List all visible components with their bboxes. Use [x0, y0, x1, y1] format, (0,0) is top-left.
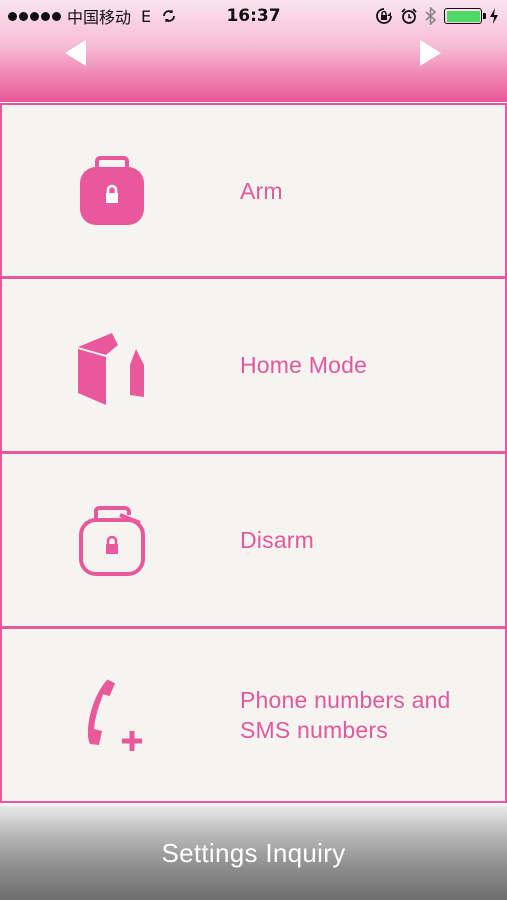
menu-item-disarm[interactable]: Disarm	[0, 453, 507, 628]
house-icon	[78, 333, 144, 405]
menu-item-arm[interactable]: Arm	[0, 103, 507, 278]
forward-arrow-icon[interactable]	[418, 38, 444, 68]
alarm-icon	[401, 8, 417, 24]
menu-label-disarm: Disarm	[240, 527, 315, 553]
phone-add-icon	[88, 678, 142, 751]
settings-inquiry-button[interactable]: Settings Inquiry	[0, 806, 507, 900]
status-bar: 中国移动 E 16:37	[0, 0, 507, 32]
header-bar: 中国移动 E 16:37	[0, 0, 507, 102]
signal-strength-icon	[8, 11, 61, 21]
main-menu: Arm Home Mode Disarm Phone numbers and S…	[0, 103, 507, 803]
orientation-lock-icon	[376, 8, 392, 24]
menu-item-phone-numbers[interactable]: Phone numbers and SMS numbers	[0, 628, 507, 803]
network-type: E	[141, 6, 152, 26]
carrier-name: 中国移动	[67, 8, 132, 27]
status-time: 16:37	[226, 6, 281, 26]
sync-icon	[163, 9, 176, 23]
menu-label-phone-numbers: Phone numbers and SMS numbers	[240, 687, 451, 743]
unlocked-padlock-icon	[79, 506, 145, 576]
bluetooth-icon	[425, 7, 437, 25]
menu-label-home-mode: Home Mode	[240, 352, 368, 378]
locked-padlock-icon	[80, 155, 144, 225]
settings-inquiry-label: Settings Inquiry	[161, 837, 346, 868]
menu-label-arm: Arm	[240, 177, 283, 204]
back-arrow-icon[interactable]	[62, 38, 88, 68]
battery-icon	[444, 8, 486, 24]
menu-item-home-mode[interactable]: Home Mode	[0, 278, 507, 453]
charging-icon	[490, 8, 498, 24]
